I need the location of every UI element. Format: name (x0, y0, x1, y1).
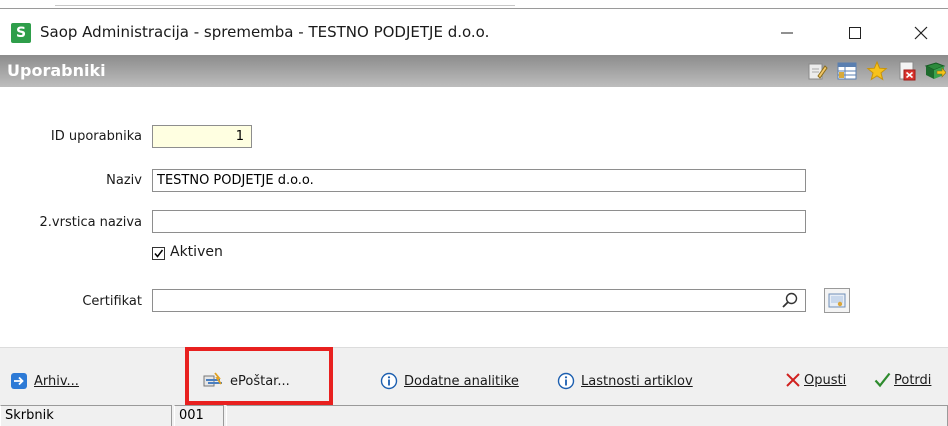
aktiven-label: Aktiven (170, 244, 223, 260)
certificate-browse-button[interactable] (824, 288, 850, 313)
close-icon (914, 26, 928, 40)
arhiv-label: Arhiv... (34, 373, 79, 389)
highlight-box (185, 347, 333, 405)
info-icon (380, 372, 398, 390)
maximize-icon (849, 27, 861, 39)
status-empty-cell (226, 405, 948, 426)
naziv2-label: 2.vrstica naziva (39, 215, 142, 230)
status-code: 001 (174, 405, 224, 426)
certifikat-label: Certifikat (82, 294, 142, 309)
checkmark-icon (154, 249, 164, 258)
minimize-icon (781, 32, 793, 34)
delete-document-icon[interactable] (896, 60, 918, 82)
table-icon[interactable] (836, 60, 858, 82)
arrow-right-icon (10, 372, 28, 390)
arhiv-button[interactable]: Arhiv... (10, 372, 79, 390)
dodatne-analitike-button[interactable]: Dodatne analitike (380, 372, 519, 390)
section-title: Uporabniki (7, 61, 106, 80)
minimize-button[interactable] (764, 17, 810, 49)
star-icon[interactable] (866, 60, 888, 82)
close-button[interactable] (898, 17, 944, 49)
window-title: Saop Administracija - sprememba - TESTNO… (40, 23, 490, 41)
naziv-label: Naziv (106, 173, 142, 188)
search-icon[interactable] (780, 291, 800, 311)
saop-app-icon: S (11, 23, 31, 43)
lastnosti-artiklov-button[interactable]: Lastnosti artiklov (557, 372, 693, 390)
book-exit-icon[interactable] (924, 60, 947, 82)
form-panel: ID uporabnika 1 Naziv TESTNO PODJETJE d.… (0, 87, 948, 347)
title-bar[interactable]: S Saop Administracija - sprememba - TEST… (0, 9, 948, 55)
action-bar: Arhiv... ePoštar... Dodatne analitike La… (0, 347, 948, 403)
info-icon (557, 372, 575, 390)
certificate-icon (828, 293, 846, 308)
potrdi-button[interactable]: Potrdi (874, 372, 931, 388)
edit-icon[interactable] (806, 60, 828, 82)
lastnosti-artiklov-label: Lastnosti artiklov (581, 373, 693, 389)
green-check-icon (874, 372, 891, 388)
status-role: Skrbnik (0, 405, 172, 426)
maximize-button[interactable] (832, 17, 878, 49)
dialog-window: S Saop Administracija - sprememba - TEST… (0, 8, 948, 426)
naziv2-field[interactable] (152, 210, 806, 233)
dodatne-analitike-label: Dodatne analitike (404, 373, 519, 389)
naziv-field[interactable]: TESTNO PODJETJE d.o.o. (152, 169, 806, 192)
potrdi-label: Potrdi (894, 372, 932, 388)
id-uporabnika-field[interactable]: 1 (152, 125, 252, 148)
certifikat-field[interactable] (152, 289, 806, 312)
opusti-label: Opusti (804, 372, 847, 388)
section-header: Uporabniki (0, 55, 948, 87)
aktiven-checkbox[interactable] (152, 247, 165, 260)
status-bar: Skrbnik 001 (0, 402, 948, 426)
opusti-button[interactable]: Opusti (785, 372, 846, 388)
red-x-icon (785, 372, 801, 388)
id-uporabnika-label: ID uporabnika (50, 129, 142, 144)
